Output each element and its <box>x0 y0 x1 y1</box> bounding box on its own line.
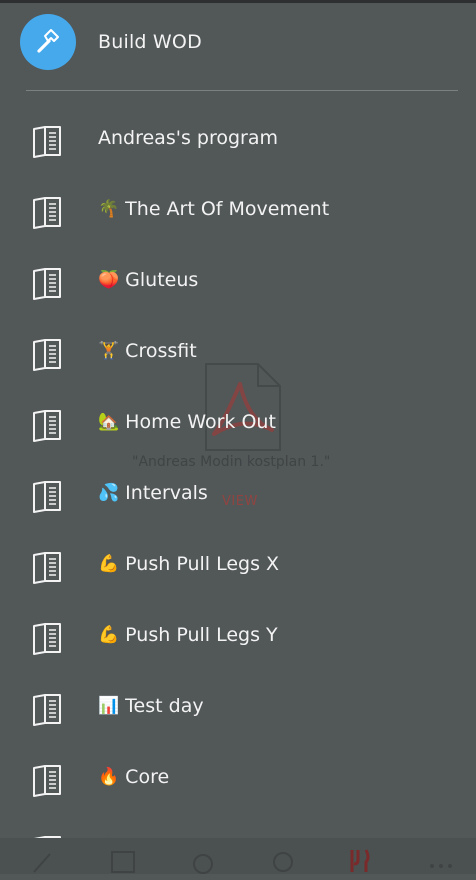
program-label: 🍑 Gluteus <box>98 269 198 291</box>
program-emoji: 📊 <box>98 695 120 716</box>
top-edge <box>0 0 476 3</box>
program-label: 🔥 Core <box>98 766 169 788</box>
program-item[interactable]: 💪 Push Pull Legs Y <box>0 607 476 667</box>
program-item[interactable]: 🌴 The Art Of Movement <box>0 181 476 241</box>
book-icon <box>30 621 64 655</box>
program-name: Push Pull Legs Y <box>125 624 278 646</box>
program-label: 🏋 Crossfit <box>98 340 197 362</box>
book-icon <box>30 479 64 513</box>
book-icon <box>30 763 64 797</box>
program-item[interactable]: 🏡 Home Work Out <box>0 394 476 454</box>
bottom-tab-bar <box>0 838 476 874</box>
program-item[interactable]: 💪 Push Pull Legs X <box>0 536 476 596</box>
program-name: Andreas's program <box>98 127 278 149</box>
calendar-icon[interactable] <box>108 848 138 874</box>
program-label: Andreas's program <box>98 127 278 149</box>
program-emoji: 🔥 <box>98 766 120 787</box>
program-item[interactable]: 🔥 Core <box>0 749 476 809</box>
program-label: 🏡 Home Work Out <box>98 411 276 433</box>
divider <box>26 90 458 91</box>
program-item[interactable]: 💦 Intervals <box>0 465 476 525</box>
build-wod-label: Build WOD <box>98 31 202 53</box>
program-emoji: 🌴 <box>98 198 120 219</box>
book-icon <box>30 692 64 726</box>
program-label: 💦 Intervals <box>98 482 208 504</box>
badge-icon[interactable] <box>268 848 298 874</box>
program-name: Core <box>125 766 170 788</box>
book-icon <box>30 337 64 371</box>
program-label: 📊 Test day <box>98 695 204 717</box>
program-name: The Art Of Movement <box>125 198 330 220</box>
book-icon <box>30 124 64 158</box>
timer-icon[interactable] <box>188 848 218 874</box>
program-name: Gluteus <box>125 269 199 291</box>
book-icon <box>30 266 64 300</box>
program-item[interactable]: 🏋 Crossfit <box>0 323 476 383</box>
program-name: Home Work Out <box>125 411 276 433</box>
program-emoji: 💦 <box>98 482 120 503</box>
program-emoji: 🏋 <box>98 340 120 361</box>
program-name: Test day <box>125 695 204 717</box>
pencil-icon[interactable] <box>30 848 60 874</box>
book-icon <box>30 550 64 584</box>
program-emoji: 🏡 <box>98 411 120 432</box>
fork-knife-icon[interactable] <box>344 848 374 874</box>
program-label: 🌴 The Art Of Movement <box>98 198 329 220</box>
program-item[interactable]: 📊 Test day <box>0 678 476 738</box>
program-emoji: 🍑 <box>98 269 120 290</box>
book-icon <box>30 408 64 442</box>
program-label: 💪 Push Pull Legs X <box>98 553 279 575</box>
program-name: Push Pull Legs X <box>125 553 280 575</box>
program-emoji: 💪 <box>98 553 120 574</box>
hammer-icon <box>20 14 76 70</box>
program-name: Intervals <box>125 482 208 504</box>
program-item[interactable]: Andreas's program <box>0 110 476 170</box>
build-wod-button[interactable]: Build WOD <box>0 14 476 78</box>
program-label: 💪 Push Pull Legs Y <box>98 624 278 646</box>
program-name: Crossfit <box>125 340 197 362</box>
program-item[interactable]: 🍑 Gluteus <box>0 252 476 312</box>
more-icon[interactable] <box>426 848 456 874</box>
book-icon <box>30 195 64 229</box>
program-emoji: 💪 <box>98 624 120 645</box>
